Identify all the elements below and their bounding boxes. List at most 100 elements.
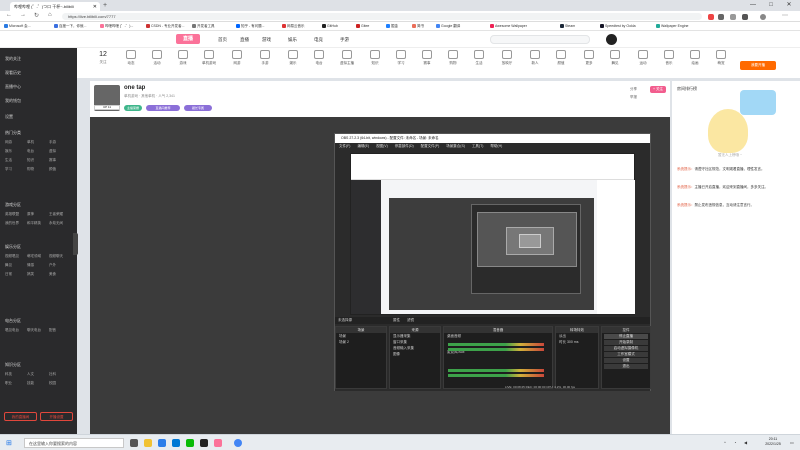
virtual-camera-button[interactable]: 启动虚拟摄像机: [604, 346, 648, 351]
section-link[interactable]: 唱见电台: [5, 328, 27, 337]
edge-icon[interactable]: [158, 439, 166, 447]
nav-item[interactable]: 娱乐: [288, 37, 297, 43]
profile-icon[interactable]: [760, 14, 766, 20]
bookmark-item[interactable]: 哔哩哔哩 (゜-゜)...: [100, 24, 133, 29]
section-link[interactable]: 英雄联盟: [5, 212, 27, 221]
home-icon[interactable]: ⌂: [48, 12, 52, 18]
forward-icon[interactable]: →: [20, 12, 26, 18]
live-settings-button[interactable]: 开播设置: [40, 412, 73, 421]
bookmark-item[interactable]: Microsoft 会...: [4, 24, 31, 29]
open-live-button[interactable]: 我要开播: [740, 61, 776, 70]
category-item[interactable]: 电台: [304, 50, 334, 66]
category-item[interactable]: 网游: [222, 50, 252, 66]
obs-menu-item[interactable]: 停靠部件(D): [395, 144, 414, 148]
section-link[interactable]: 知识: [27, 158, 49, 167]
studio-mode-button[interactable]: 工作室模式: [604, 352, 648, 357]
section-link[interactable]: 舞见: [5, 263, 27, 272]
obs-menu-item[interactable]: 工具(T): [472, 144, 483, 148]
bookmark-item[interactable]: Google 翻译: [436, 24, 460, 29]
nav-item[interactable]: 游戏: [262, 37, 271, 43]
section-link[interactable]: 和平精英: [27, 221, 49, 230]
section-link[interactable]: 原神: [27, 212, 49, 221]
section-link[interactable]: 网游: [5, 140, 27, 149]
report-link[interactable]: 举报: [630, 95, 637, 100]
obs-taskbar-icon[interactable]: [200, 439, 208, 447]
section-link[interactable]: 生活: [5, 158, 27, 167]
user-avatar[interactable]: [606, 34, 617, 45]
bookmark-item[interactable]: 百度一下，你就...: [54, 24, 86, 29]
section-link[interactable]: 王者荣耀: [49, 212, 71, 221]
extension-icon[interactable]: [742, 14, 748, 20]
bookmark-item[interactable]: Awesome Wallpaper: [490, 24, 527, 29]
section-link[interactable]: 情感: [27, 263, 49, 272]
start-recording-button[interactable]: 开始录制: [604, 340, 648, 345]
transition-duration[interactable]: 时长 300 ms: [556, 339, 598, 345]
browser-tab[interactable]: 哔哩哔哩 (゜-゜)つロ 干杯~-bilibili ✕: [10, 2, 100, 11]
extension-icon[interactable]: [730, 14, 736, 20]
left-nav-item[interactable]: 设置: [5, 114, 13, 120]
wechat-icon[interactable]: [186, 439, 194, 447]
obs-properties-button[interactable]: 属性: [393, 318, 400, 322]
section-link[interactable]: 人文: [27, 372, 49, 381]
section-link[interactable]: 技能: [27, 381, 49, 390]
source-item[interactable]: 图像: [390, 351, 440, 357]
my-room-button[interactable]: 我的直播间: [4, 412, 37, 421]
section-link[interactable]: 科技: [5, 372, 27, 381]
bilibili-icon[interactable]: [214, 439, 222, 447]
menu-icon[interactable]: ⋯: [782, 12, 788, 19]
video-player[interactable]: OBS 27.2.3 (64-bit, windows) - 配置文件: 未命名…: [90, 117, 670, 434]
volume-icon[interactable]: ◀: [744, 440, 747, 445]
refresh-icon[interactable]: ↻: [34, 12, 39, 19]
section-link[interactable]: 搞笑: [27, 272, 49, 281]
obs-menu-item[interactable]: 场景集合(S): [446, 144, 465, 148]
category-item[interactable]: 放映厅: [492, 50, 522, 66]
section-link[interactable]: 娱乐: [5, 149, 27, 158]
section-link[interactable]: 虚拟: [49, 149, 71, 158]
task-view-icon[interactable]: [130, 439, 138, 447]
section-link[interactable]: 职业: [5, 381, 27, 390]
back-icon[interactable]: ←: [6, 12, 12, 18]
file-explorer-icon[interactable]: [144, 439, 152, 447]
nav-item[interactable]: 首页: [218, 37, 227, 43]
scene-item[interactable]: 场景 2: [336, 339, 386, 345]
taskbar-search-input[interactable]: 在这里输入你要搜索的内容: [24, 438, 124, 448]
room-tag[interactable]: 直播间推荐: [146, 105, 180, 111]
search-input[interactable]: [490, 35, 590, 44]
section-link[interactable]: 永劫无间: [49, 221, 71, 230]
section-link[interactable]: 视频聊天: [49, 254, 71, 263]
section-link[interactable]: 购物: [27, 167, 49, 176]
bookmark-item[interactable]: GitHub: [322, 24, 338, 29]
nav-item[interactable]: 直播: [240, 37, 249, 43]
minimize-button[interactable]: —: [744, 0, 762, 11]
section-link[interactable]: 聊天电台: [27, 328, 49, 337]
category-item[interactable]: 虚拟主播: [332, 50, 362, 66]
section-link[interactable]: 户外: [49, 263, 71, 272]
section-link[interactable]: 手游: [49, 140, 71, 149]
category-item[interactable]: 手游: [250, 50, 280, 66]
section-link[interactable]: 校园: [49, 381, 71, 390]
bookmark-item[interactable]: 知乎 - 有问题...: [236, 24, 265, 29]
notification-icon[interactable]: ▭: [790, 440, 794, 445]
url-input[interactable]: https://live.bilibili.com/7777: [62, 13, 702, 20]
extension-icon[interactable]: [718, 14, 724, 20]
bookmark-item[interactable]: Speedtest by Ookla: [600, 24, 636, 29]
section-link[interactable]: 日常: [5, 272, 27, 281]
obs-menu-item[interactable]: 视图(V): [376, 144, 388, 148]
section-link[interactable]: 学习: [5, 167, 27, 176]
room-tag[interactable]: 舰长专属: [184, 105, 212, 111]
share-link[interactable]: 分享: [630, 87, 637, 92]
maximize-button[interactable]: □: [762, 0, 780, 11]
follow-count[interactable]: 12: [96, 51, 110, 58]
nav-item[interactable]: 手游: [340, 37, 349, 43]
tray-chevron-icon[interactable]: ^: [724, 440, 726, 445]
site-logo[interactable]: 直播: [176, 34, 200, 44]
category-item[interactable]: 生活: [464, 50, 494, 66]
left-nav-item[interactable]: 我的关注: [5, 56, 21, 62]
section-link[interactable]: 赛事: [49, 158, 71, 167]
settings-button[interactable]: 设置: [604, 358, 648, 363]
category-item[interactable]: 颜值: [546, 50, 576, 66]
obs-menu-item[interactable]: 编辑(E): [357, 144, 369, 148]
category-item[interactable]: 舞见: [600, 50, 630, 66]
bookmark-item[interactable]: 开发者工具: [192, 24, 215, 29]
left-nav-item[interactable]: 观看历史: [5, 70, 21, 76]
